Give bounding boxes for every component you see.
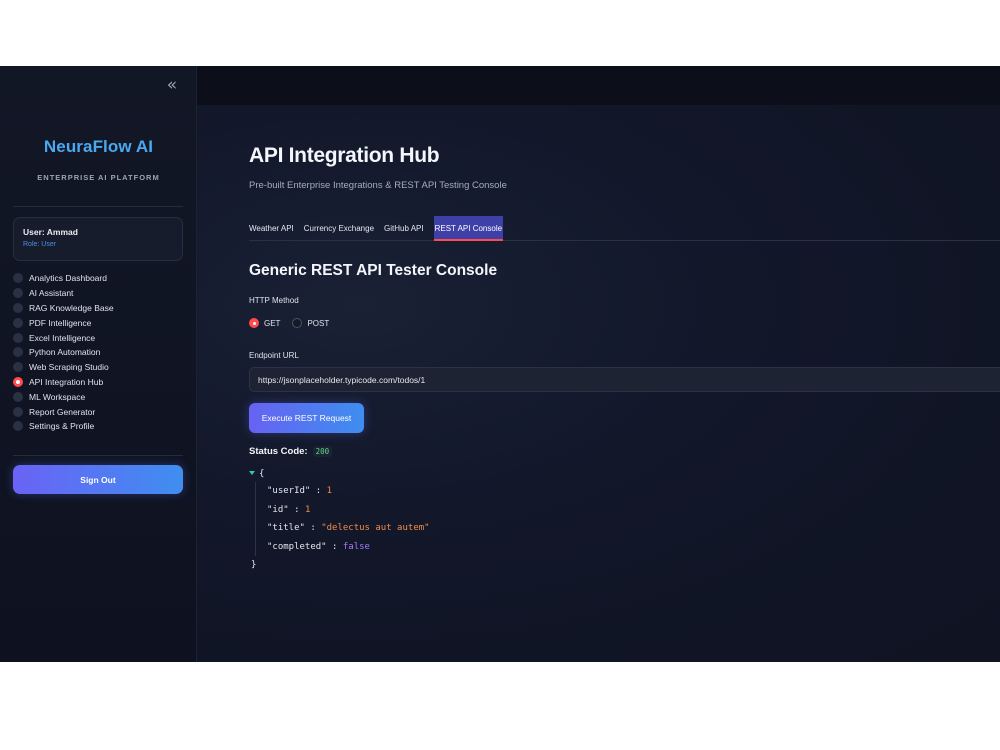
sidebar-item-label: Settings & Profile — [29, 421, 95, 432]
radio-button-icon[interactable] — [292, 318, 303, 328]
app-window: « NeuraFlow AI ENTERPRISE AI PLATFORM Us… — [0, 66, 1000, 662]
json-colon: : — [288, 504, 305, 515]
user-card: User: Ammad Role: User — [13, 217, 183, 261]
sidebar-item-ml-workspace[interactable]: ML Workspace — [13, 389, 183, 404]
nav-radio-icon — [13, 302, 23, 313]
double-chevron-left-icon[interactable]: « — [164, 77, 180, 94]
endpoint-url-label: Endpoint URL — [249, 351, 299, 360]
json-open-brace: { — [259, 469, 265, 479]
json-colon: : — [310, 486, 327, 496]
sidebar-nav: Analytics Dashboard AI Assistant RAG Knowl… — [13, 271, 183, 434]
json-field-row: "userId" : 1 — [267, 485, 332, 497]
sidebar-item-label: Report Generator — [29, 406, 96, 417]
user-role: Role: User — [23, 241, 57, 248]
json-colon: : — [304, 523, 322, 533]
sidebar-item-label: AI Assistant — [29, 288, 74, 299]
main-content: API Integration Hub Pre-built Enterprise… — [197, 66, 1000, 662]
tab-github-api[interactable]: GitHub API — [384, 216, 424, 241]
json-value: false — [342, 541, 370, 552]
main-panel: API Integration Hub Pre-built Enterprise… — [249, 144, 1000, 570]
sidebar-item-ai-assistant[interactable]: AI Assistant — [13, 286, 183, 301]
sidebar-item-label: RAG Knowledge Base — [29, 302, 114, 313]
nav-radio-icon — [13, 406, 23, 417]
section-title: Generic REST API Tester Console — [249, 262, 498, 279]
radio-button-icon[interactable] — [249, 318, 259, 328]
method-option-label: POST — [307, 318, 330, 328]
sidebar-item-analytics-dashboard[interactable]: Analytics Dashboard — [13, 271, 183, 286]
sidebar-item-label: Python Automation — [29, 347, 101, 358]
nav-radio-icon — [13, 332, 23, 343]
sidebar-item-label: Analytics Dashboard — [29, 273, 107, 284]
json-colon: : — [326, 541, 343, 552]
tab-rest-api-console[interactable]: REST API Console — [433, 216, 504, 241]
json-indent-guide — [255, 482, 256, 556]
json-value: 1 — [304, 504, 311, 515]
http-method-radio-group: GET POST — [249, 318, 341, 328]
sidebar-item-pdf-intelligence[interactable]: PDF Intelligence — [13, 315, 183, 330]
sidebar-item-report-generator[interactable]: Report Generator — [13, 404, 183, 419]
nav-radio-icon — [13, 347, 23, 358]
collapse-caret-icon[interactable] — [249, 471, 255, 475]
json-field-row: "completed" : false — [267, 541, 370, 553]
nav-radio-icon — [13, 317, 23, 328]
json-value: "delectus aut autem" — [321, 523, 430, 533]
sidebar-divider — [13, 455, 183, 456]
nav-radio-icon — [13, 288, 23, 299]
status-row: Status Code: 200 — [249, 446, 333, 457]
tab-bar: Weather API Currency Exchange GitHub API RE… — [249, 216, 1000, 241]
execute-request-button[interactable]: Execute REST Request — [249, 403, 364, 433]
sidebar-item-label: API Integration Hub — [29, 376, 104, 387]
nav-radio-icon — [13, 391, 23, 402]
tab-weather-api[interactable]: Weather API — [249, 216, 294, 241]
method-option-post[interactable]: POST — [292, 318, 329, 328]
sidebar-item-label: PDF Intelligence — [29, 317, 92, 328]
json-field-row: "id" : 1 — [267, 504, 310, 516]
nav-radio-icon — [13, 273, 23, 284]
sidebar-item-python-automation[interactable]: Python Automation — [13, 345, 183, 360]
nav-radio-icon — [13, 421, 23, 432]
brand-subtitle: ENTERPRISE AI PLATFORM — [37, 173, 160, 182]
json-key: "userId" — [267, 486, 311, 496]
top-header-bar — [197, 66, 1000, 105]
json-key: "id" — [267, 504, 289, 515]
endpoint-url-input[interactable] — [249, 367, 1000, 392]
page-title: API Integration Hub — [249, 144, 440, 167]
nav-radio-icon — [13, 362, 23, 373]
sidebar: « NeuraFlow AI ENTERPRISE AI PLATFORM Us… — [0, 66, 197, 662]
method-option-label: GET — [264, 318, 281, 328]
sidebar-item-label: ML Workspace — [29, 391, 86, 402]
sign-out-button[interactable]: Sign Out — [13, 465, 183, 494]
json-field-row: "title" : "delectus aut autem" — [267, 522, 430, 534]
sidebar-item-label: Web Scraping Studio — [29, 362, 109, 373]
nav-radio-icon — [13, 376, 23, 387]
json-key: "title" — [267, 523, 305, 533]
sidebar-item-rag-knowledge-base[interactable]: RAG Knowledge Base — [13, 301, 183, 316]
json-key: "completed" — [267, 541, 327, 552]
json-value: 1 — [326, 486, 333, 496]
sidebar-divider — [13, 206, 183, 207]
sidebar-item-settings-profile[interactable]: Settings & Profile — [13, 419, 183, 434]
method-option-get[interactable]: GET — [249, 318, 280, 328]
tab-currency-exchange[interactable]: Currency Exchange — [304, 216, 374, 241]
brand-title: NeuraFlow AI — [43, 137, 154, 156]
json-close-brace: } — [251, 560, 257, 570]
page-subtitle: Pre-built Enterprise Integrations & REST… — [249, 180, 507, 191]
sidebar-item-api-integration-hub[interactable]: API Integration Hub — [13, 375, 183, 390]
status-code-badge: 200 — [312, 446, 333, 457]
sidebar-item-web-scraping-studio[interactable]: Web Scraping Studio — [13, 360, 183, 375]
sidebar-item-excel-intelligence[interactable]: Excel Intelligence — [13, 330, 183, 345]
http-method-label: HTTP Method — [249, 296, 299, 305]
sidebar-item-label: Excel Intelligence — [29, 332, 96, 343]
status-code-label: Status Code: — [249, 446, 308, 457]
user-name: User: Ammad — [23, 227, 78, 237]
